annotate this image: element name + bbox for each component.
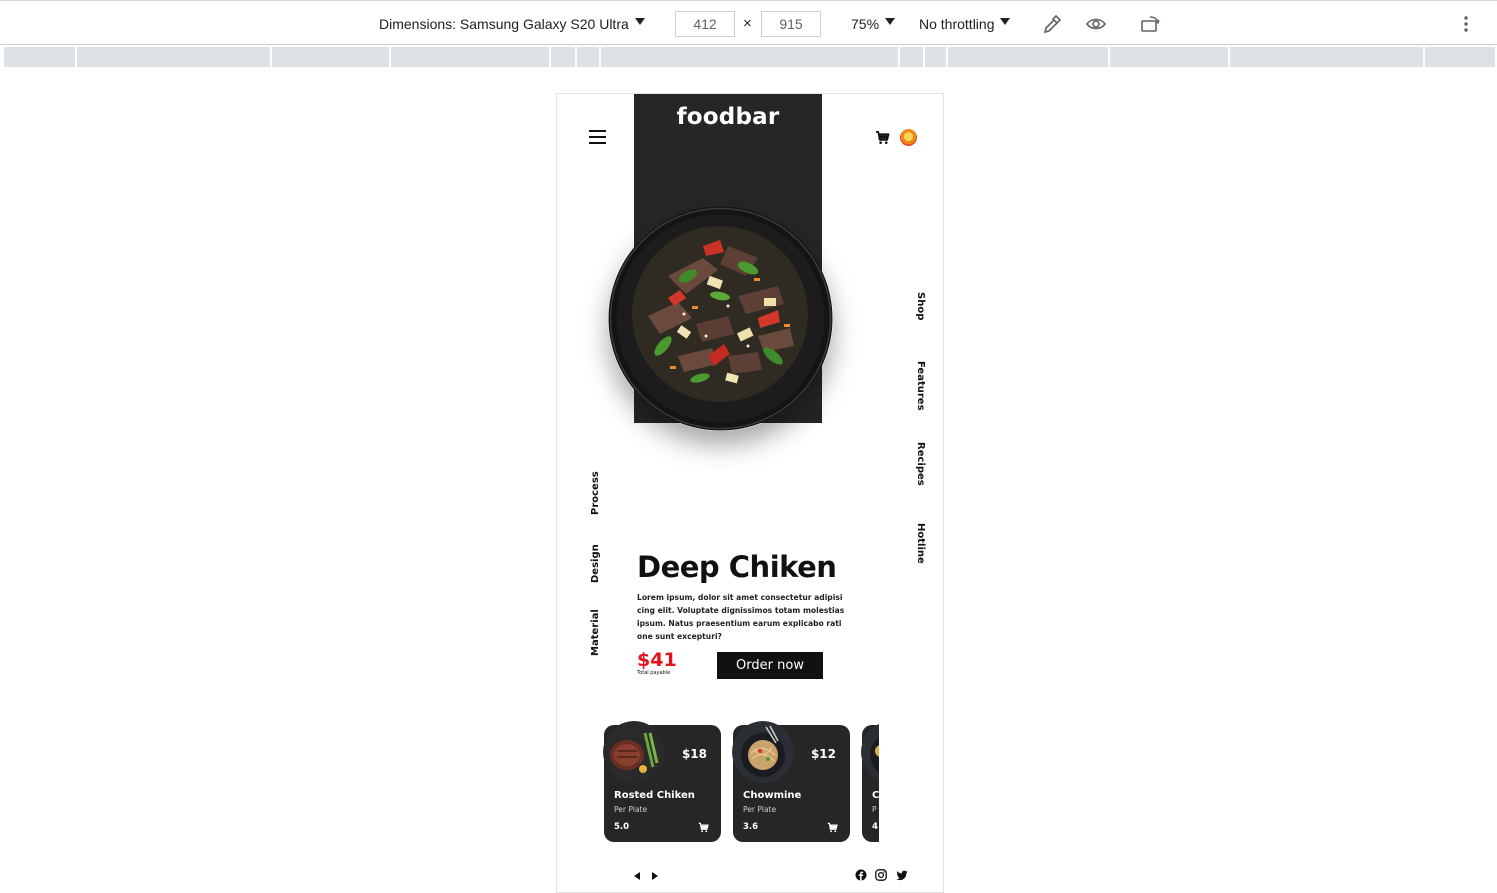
media-query-segment[interactable] bbox=[1425, 47, 1495, 67]
product-unit: P bbox=[872, 805, 877, 814]
product-name: C bbox=[872, 790, 879, 801]
media-query-segment[interactable] bbox=[577, 47, 599, 67]
carousel-next-icon[interactable] bbox=[652, 872, 658, 880]
product-card[interactable]: $18 Rosted Chiken Per Plate 5.0 bbox=[603, 721, 721, 842]
media-query-segment[interactable] bbox=[551, 47, 575, 67]
throttle-selector[interactable]: No throttling bbox=[919, 1, 1011, 46]
chevron-down-icon bbox=[634, 18, 645, 25]
facebook-icon[interactable] bbox=[855, 869, 867, 881]
device-selector[interactable]: Dimensions: Samsung Galaxy S20 Ultra bbox=[379, 1, 645, 46]
media-query-segment[interactable] bbox=[925, 47, 946, 67]
media-query-segment[interactable] bbox=[272, 47, 389, 67]
carousel-prev-icon[interactable] bbox=[634, 872, 640, 880]
chevron-down-icon bbox=[885, 18, 896, 25]
product-rating: 4 bbox=[872, 822, 878, 832]
media-query-segment[interactable] bbox=[601, 47, 898, 67]
rotate-device-icon[interactable] bbox=[1139, 13, 1161, 35]
device-viewport: foodbar Shop Features Recipes Hotline Pr… bbox=[556, 93, 944, 893]
product-price: $18 bbox=[681, 747, 707, 761]
media-query-segment[interactable] bbox=[77, 47, 270, 67]
product-image bbox=[603, 721, 665, 783]
product-carousel: $18 Rosted Chiken Per Plate 5.0 $12 Chow… bbox=[557, 94, 879, 892]
product-image bbox=[861, 721, 879, 783]
avatar[interactable] bbox=[900, 129, 917, 146]
product-name: Chowmine bbox=[743, 790, 802, 801]
times-sign: × bbox=[743, 15, 752, 32]
media-query-segment[interactable] bbox=[4, 47, 75, 67]
zoom-selector[interactable]: 75% bbox=[851, 1, 896, 46]
product-unit: Per Plate bbox=[743, 805, 777, 814]
product-unit: Per Plate bbox=[614, 805, 648, 814]
eye-icon[interactable] bbox=[1085, 13, 1107, 35]
instagram-icon[interactable] bbox=[875, 869, 887, 881]
nav-link-recipes[interactable]: Recipes bbox=[915, 442, 926, 486]
twitter-icon[interactable] bbox=[896, 869, 908, 881]
media-query-segment[interactable] bbox=[1110, 47, 1228, 67]
media-query-segment[interactable] bbox=[948, 47, 1108, 67]
media-query-segment[interactable] bbox=[900, 47, 923, 67]
media-query-segment[interactable] bbox=[391, 47, 549, 67]
nav-link-hotline[interactable]: Hotline bbox=[915, 523, 926, 564]
product-name: Rosted Chiken bbox=[614, 790, 695, 801]
add-to-cart-icon[interactable] bbox=[698, 822, 709, 833]
device-toolbar: Dimensions: Samsung Galaxy S20 Ultra 412… bbox=[0, 0, 1497, 45]
more-options-icon[interactable] bbox=[1455, 13, 1477, 35]
media-query-bar bbox=[0, 45, 1497, 67]
nav-link-shop[interactable]: Shop bbox=[915, 292, 926, 320]
device-dimensions-label: Dimensions: Samsung Galaxy S20 Ultra bbox=[379, 15, 629, 32]
product-rating: 5.0 bbox=[614, 822, 630, 832]
height-input[interactable]: 915 bbox=[761, 11, 821, 37]
nav-link-features[interactable]: Features bbox=[915, 361, 926, 411]
product-card[interactable]: $12 Chowmine Per Plate 3.6 bbox=[732, 721, 850, 842]
product-rating: 3.6 bbox=[743, 822, 759, 832]
product-card[interactable]: C P 4 bbox=[861, 723, 879, 842]
width-input[interactable]: 412 bbox=[675, 11, 735, 37]
media-query-segment[interactable] bbox=[1230, 47, 1423, 67]
add-to-cart-icon[interactable] bbox=[827, 822, 838, 833]
chevron-down-icon bbox=[1000, 18, 1011, 25]
throttle-label: No throttling bbox=[919, 15, 995, 32]
eyedropper-icon[interactable] bbox=[1041, 13, 1063, 35]
zoom-label: 75% bbox=[851, 15, 880, 32]
product-price: $12 bbox=[810, 747, 836, 761]
product-image bbox=[732, 721, 794, 783]
